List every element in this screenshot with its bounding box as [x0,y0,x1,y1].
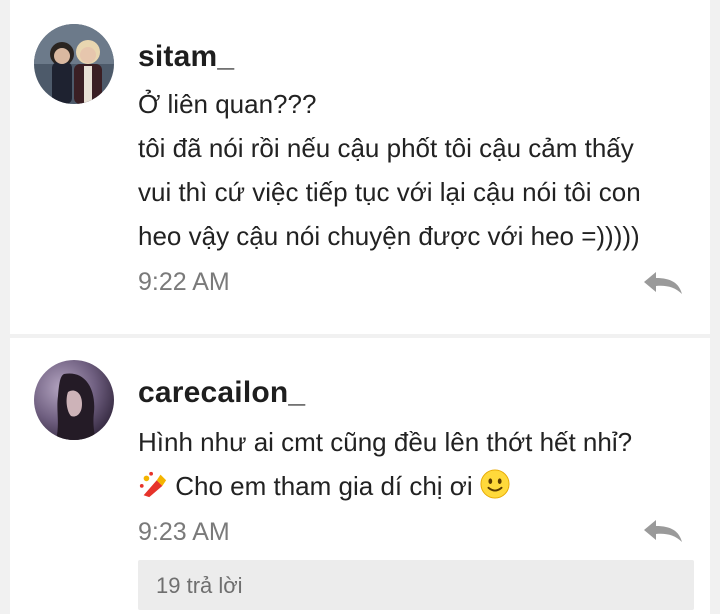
comment-line: tôi đã nói rồi nếu cậu phốt tôi cậu cảm … [138,133,634,163]
comment-text: Ở liên quan??? tôi đã nói rồi nếu cậu ph… [138,82,698,258]
slightly-smiling-face-emoji [480,468,510,512]
username[interactable]: sitam_ [138,40,234,74]
avatar[interactable] [34,24,114,104]
comment-card: sitam_ Ở liên quan??? tôi đã nói rồi nếu… [10,0,710,334]
timestamp: 9:23 AM [138,518,230,546]
nail-polish-emoji [138,468,168,512]
comment-line: vui thì cứ việc tiếp tục với lại cậu nói… [138,177,641,207]
reply-arrow-icon[interactable] [642,518,684,544]
comment-card: carecailon_ Hình như ai cmt cũng đều lên… [10,338,710,614]
avatar[interactable] [34,360,114,440]
replies-count-label: 19 trả lời [156,573,243,598]
view-replies-button[interactable]: 19 trả lời [138,560,694,610]
comment-line: Hình như ai cmt cũng đều lên thớt hết nh… [138,427,633,457]
reply-arrow-icon[interactable] [642,270,684,296]
comment-line: heo vậy cậu nói chuyện được với heo =)))… [138,221,640,251]
comment-line: Cho em tham gia dí chị ơi [138,464,698,512]
comment-line: Ở liên quan??? [138,89,317,119]
username[interactable]: carecailon_ [138,376,305,410]
comment-text: Hình như ai cmt cũng đều lên thớt hết nh… [138,420,698,512]
avatar-image [34,360,114,440]
comment-line-text: Cho em tham gia dí chị ơi [175,471,473,501]
avatar-image [34,24,114,104]
timestamp: 9:22 AM [138,268,230,296]
